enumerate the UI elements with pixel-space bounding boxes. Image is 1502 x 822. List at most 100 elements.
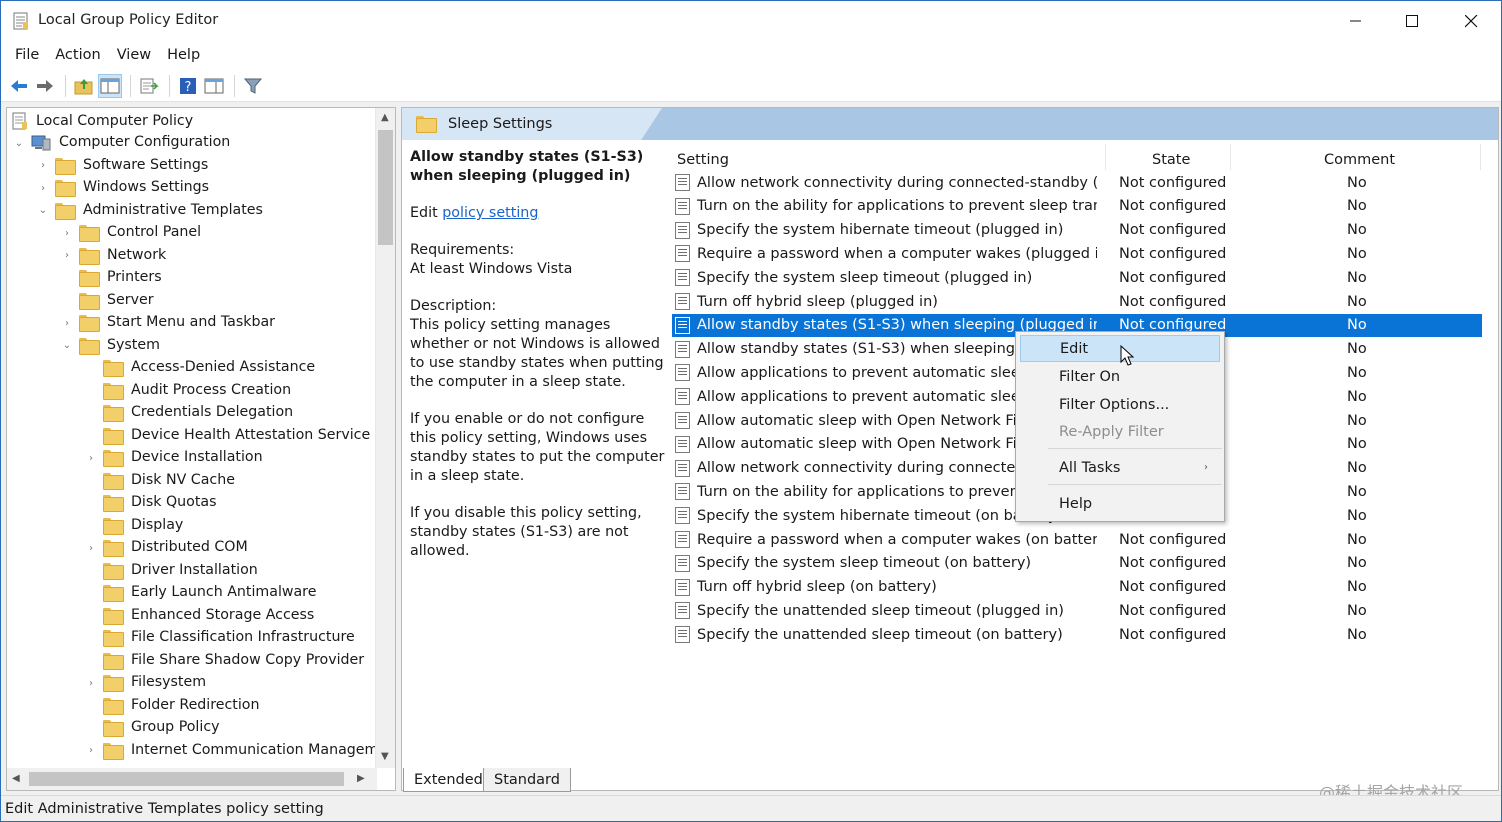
table-row[interactable]: Allow network connectivity during connec…	[672, 171, 1482, 194]
export-list-icon	[140, 78, 159, 93]
cell-comment: No	[1347, 436, 1367, 453]
back-arrow-icon	[11, 79, 27, 92]
help-icon: ?	[180, 77, 196, 95]
up-folder-icon	[74, 78, 93, 94]
policy-setting-icon	[675, 602, 690, 620]
cell-state: Not configured	[1119, 626, 1227, 643]
minimize-button[interactable]	[1327, 1, 1385, 41]
column-header-comment[interactable]: Comment	[1324, 148, 1395, 172]
expand-closed-chevron-icon[interactable]: ›	[85, 542, 97, 554]
folder-icon	[103, 562, 124, 580]
show-hide-tree-button[interactable]	[98, 73, 122, 98]
table-row[interactable]: Turn off hybrid sleep (plugged in) Not co…	[672, 290, 1482, 313]
scroll-down-arrow-icon[interactable]: ▼	[381, 751, 389, 762]
filter-button[interactable]	[241, 74, 265, 98]
expand-closed-chevron-icon[interactable]: ›	[85, 745, 97, 757]
table-row[interactable]: Turn on the ability for applications to …	[672, 195, 1482, 218]
title-bar: Local Group Policy Editor	[1, 1, 1501, 41]
policy-setting-icon	[675, 388, 690, 406]
tree-item-label: Printers	[107, 269, 162, 285]
cell-comment: No	[1347, 602, 1367, 619]
minimize-icon	[1350, 20, 1361, 22]
table-row[interactable]: Specify the system sleep timeout (plugge…	[672, 266, 1482, 289]
edit-prefix: Edit	[410, 205, 438, 221]
policy-document-icon	[12, 112, 27, 130]
expand-closed-chevron-icon[interactable]: ›	[61, 227, 73, 239]
menu-help[interactable]: Help	[159, 41, 208, 70]
help-button[interactable]: ?	[176, 74, 200, 98]
app-window: Local Group Policy Editor File Action Vi…	[0, 0, 1502, 822]
table-row[interactable]: Specify the system hibernate timeout (pl…	[672, 219, 1482, 242]
menu-item-filter-on[interactable]: Filter On	[1020, 363, 1220, 390]
policy-setting-icon	[675, 364, 690, 382]
tree-horizontal-scrollbar[interactable]: ◀ ▶	[7, 768, 377, 790]
properties-pane-button[interactable]	[202, 74, 226, 98]
status-bar: Edit Administrative Templates policy set…	[1, 795, 1501, 821]
menu-item-help[interactable]: Help	[1020, 490, 1220, 517]
tree-item-label: Filesystem	[131, 674, 207, 690]
column-header-setting[interactable]: Setting	[677, 148, 729, 172]
expand-closed-chevron-icon[interactable]: ›	[61, 250, 73, 262]
table-row[interactable]: Turn off hybrid sleep (on battery) Not co…	[672, 576, 1482, 599]
table-row[interactable]: Specify the system sleep timeout (on bat…	[672, 552, 1482, 575]
expand-open-chevron-icon[interactable]: ⌄	[61, 340, 73, 352]
scroll-thumb[interactable]	[29, 772, 344, 786]
column-separator[interactable]	[1105, 144, 1106, 170]
tree-item-label: Control Panel	[107, 224, 202, 240]
table-row[interactable]: Specify the unattended sleep timeout (pl…	[672, 599, 1482, 622]
tree-item-label: Group Policy	[131, 719, 220, 735]
scroll-thumb[interactable]	[378, 130, 393, 245]
tree-item-label: Disk Quotas	[131, 494, 217, 510]
cell-comment: No	[1347, 269, 1367, 286]
expand-closed-chevron-icon[interactable]: ›	[85, 677, 97, 689]
maximize-button[interactable]	[1383, 1, 1441, 41]
column-header-state[interactable]: State	[1152, 148, 1190, 172]
menu-view[interactable]: View	[109, 41, 159, 70]
cell-state: Not configured	[1119, 602, 1227, 619]
folder-icon	[103, 540, 124, 557]
back-button[interactable]	[7, 74, 31, 98]
folder-icon	[55, 180, 76, 197]
table-row[interactable]: Require a password when a computer wakes…	[672, 242, 1482, 265]
cell-setting: Require a password when a computer wakes…	[697, 245, 1097, 262]
details-pane: Sleep Settings Allow standby states (S1-…	[401, 107, 1499, 791]
table-row[interactable]: Specify the unattended sleep timeout (on…	[672, 623, 1482, 646]
forward-button[interactable]	[33, 74, 57, 98]
column-separator[interactable]	[1230, 144, 1231, 170]
cell-state: Not configured	[1119, 222, 1227, 239]
cell-comment: No	[1347, 507, 1367, 524]
tree-item-local-computer-policy[interactable]: Local Computer Policy	[11, 110, 193, 132]
column-separator[interactable]	[1480, 144, 1481, 170]
menu-item-all-tasks[interactable]: All Tasks ›	[1020, 454, 1220, 481]
up-one-level-button[interactable]	[72, 74, 96, 98]
menu-separator	[1048, 448, 1222, 449]
expand-closed-chevron-icon[interactable]: ›	[37, 160, 49, 172]
expand-open-chevron-icon[interactable]: ⌄	[37, 205, 49, 217]
tree-vertical-scrollbar[interactable]: ▲ ▼	[375, 108, 395, 768]
description-paragraph: If you disable this policy setting, stan…	[410, 505, 642, 559]
cell-comment: No	[1347, 293, 1367, 310]
table-row[interactable]: Require a password when a computer wakes…	[672, 528, 1482, 551]
menu-file[interactable]: File	[7, 41, 47, 70]
scroll-right-arrow-icon[interactable]: ▶	[357, 773, 365, 784]
policy-setting-icon	[675, 626, 690, 644]
policy-setting-link[interactable]: policy setting	[442, 205, 538, 221]
export-list-button[interactable]	[137, 74, 161, 98]
tab-extended[interactable]: Extended	[403, 768, 494, 792]
tab-standard[interactable]: Standard	[483, 768, 571, 792]
policy-setting-icon	[675, 340, 690, 358]
scroll-up-arrow-icon[interactable]: ▲	[381, 112, 389, 123]
scroll-left-arrow-icon[interactable]: ◀	[12, 773, 20, 784]
expand-closed-chevron-icon[interactable]: ›	[37, 182, 49, 194]
folder-icon	[103, 630, 124, 647]
expand-open-chevron-icon[interactable]: ⌄	[13, 137, 25, 149]
folder-icon	[79, 292, 100, 310]
tree-item-label: Local Computer Policy	[36, 113, 194, 129]
expand-closed-chevron-icon[interactable]: ›	[85, 452, 97, 464]
tree-item-label: Computer Configuration	[59, 134, 231, 150]
policy-setting-icon	[675, 507, 690, 525]
close-button[interactable]	[1442, 1, 1500, 41]
menu-item-filter-options[interactable]: Filter Options...	[1020, 391, 1220, 418]
menu-action[interactable]: Action	[47, 41, 108, 70]
expand-closed-chevron-icon[interactable]: ›	[61, 317, 73, 329]
